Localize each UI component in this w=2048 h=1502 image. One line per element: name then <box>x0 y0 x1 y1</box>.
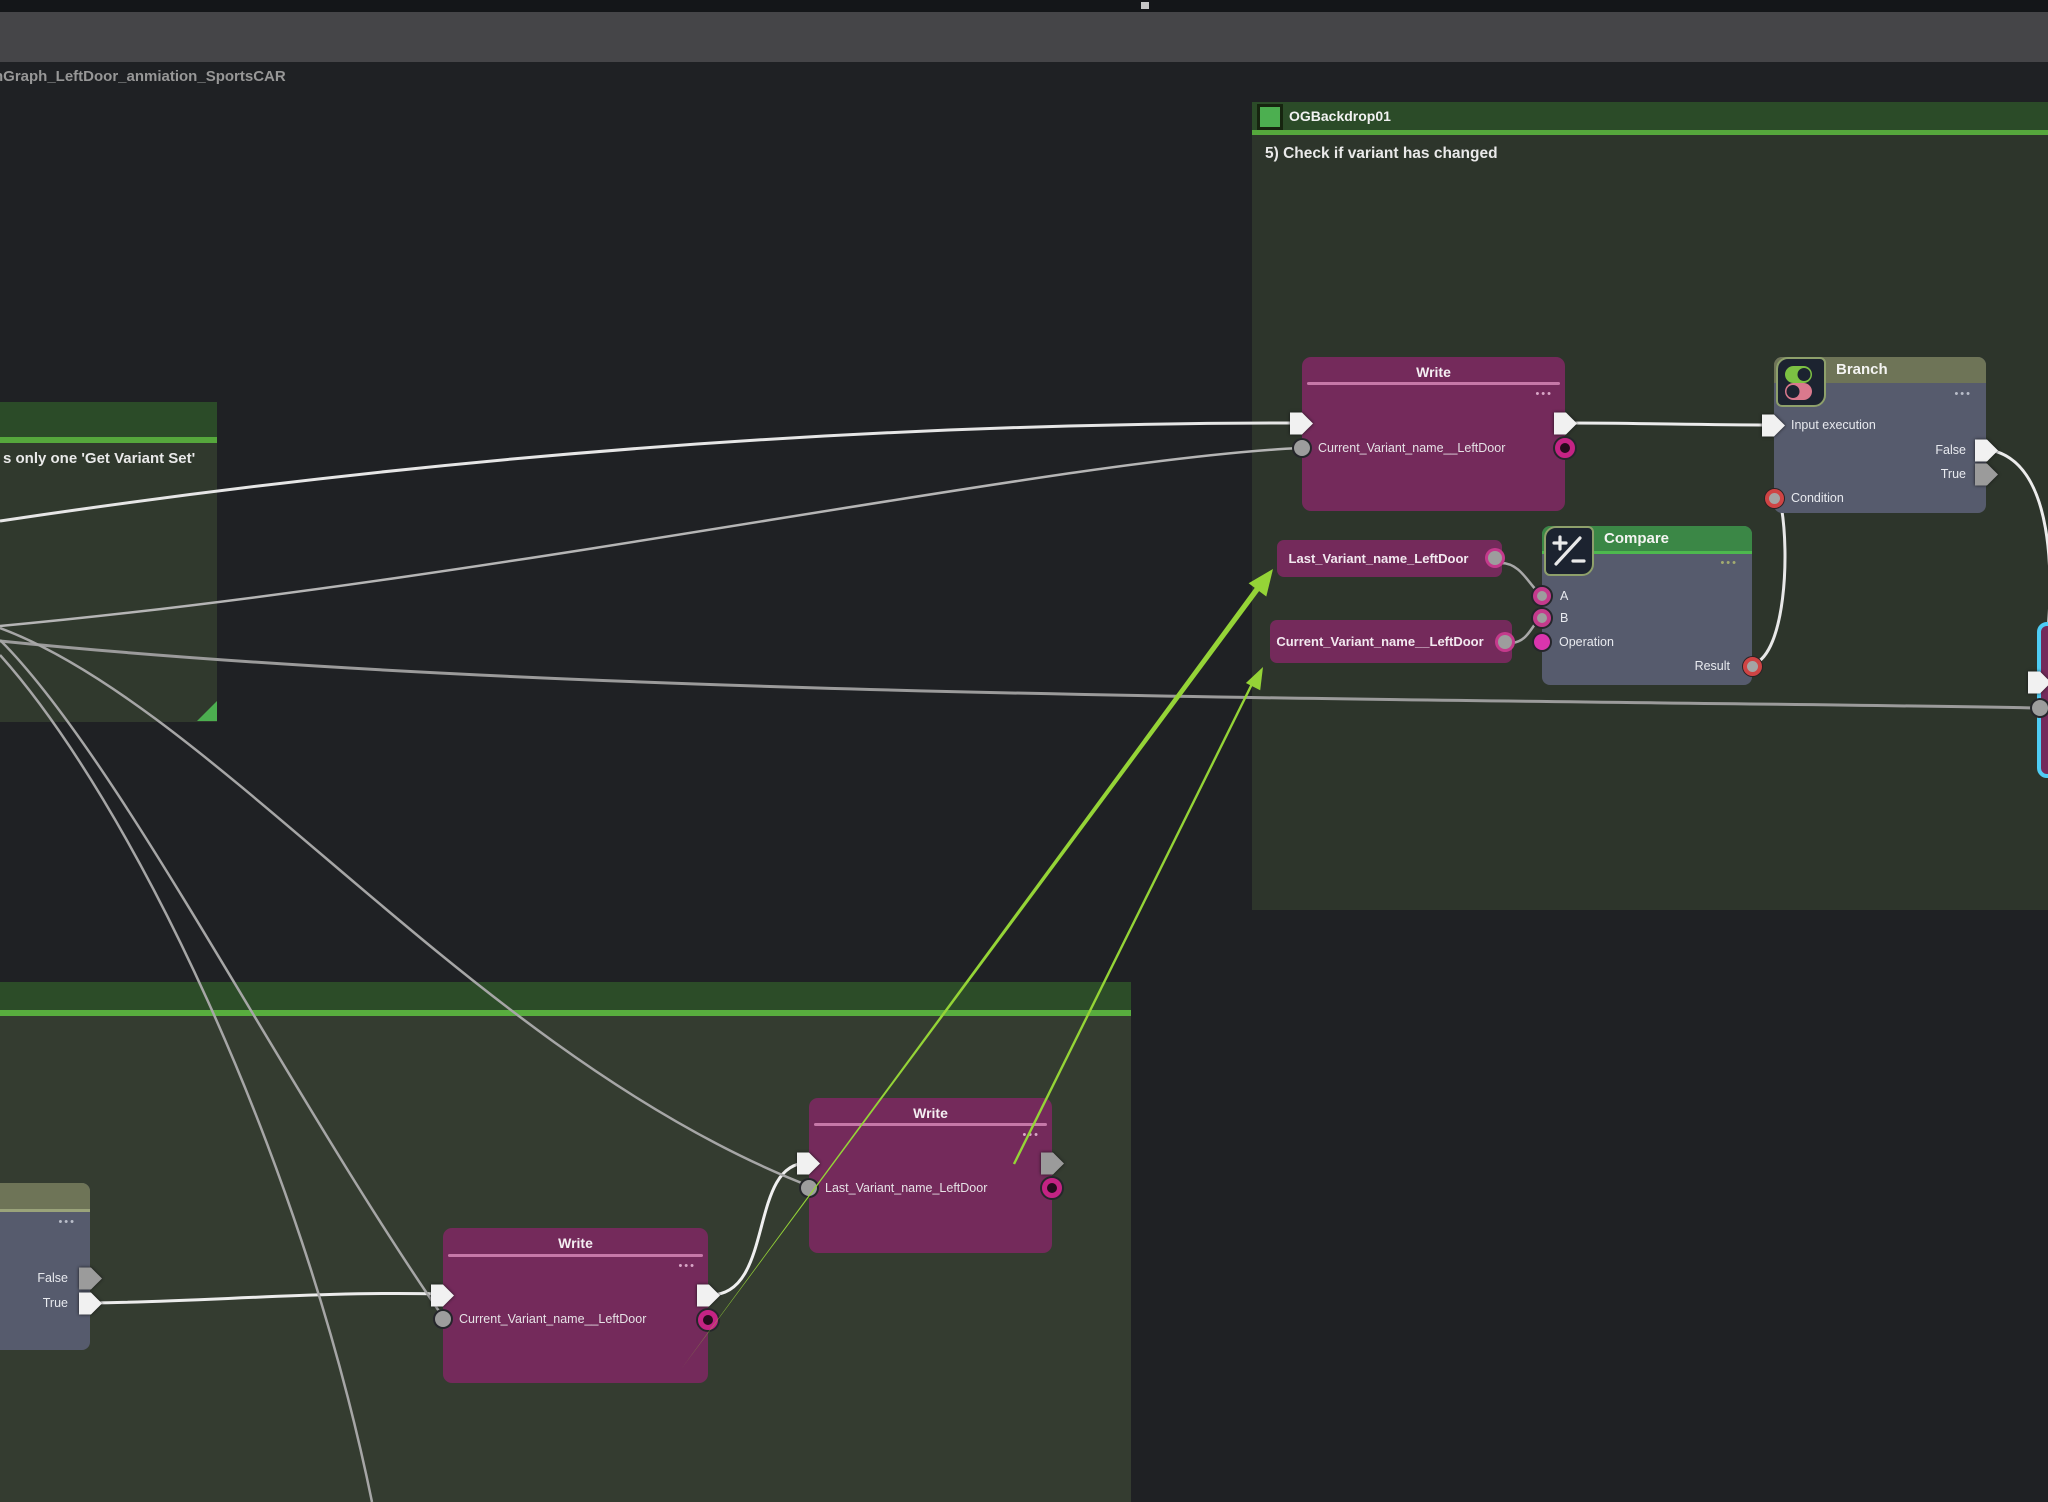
green-connection-arrow-thin[interactable] <box>1014 667 1263 1164</box>
graph-title: nGraph_LeftDoor_anmiation_SportsCAR <box>0 68 286 85</box>
window-top-strip <box>0 0 2048 12</box>
node-graph-canvas[interactable]: s only one 'Get Variant Set' OGBackdrop0… <box>0 0 2048 1502</box>
green-connection-arrow-thick[interactable] <box>682 569 1273 1368</box>
top-center-tick-icon[interactable] <box>1141 2 1149 9</box>
toolbar-strip <box>0 12 2048 62</box>
